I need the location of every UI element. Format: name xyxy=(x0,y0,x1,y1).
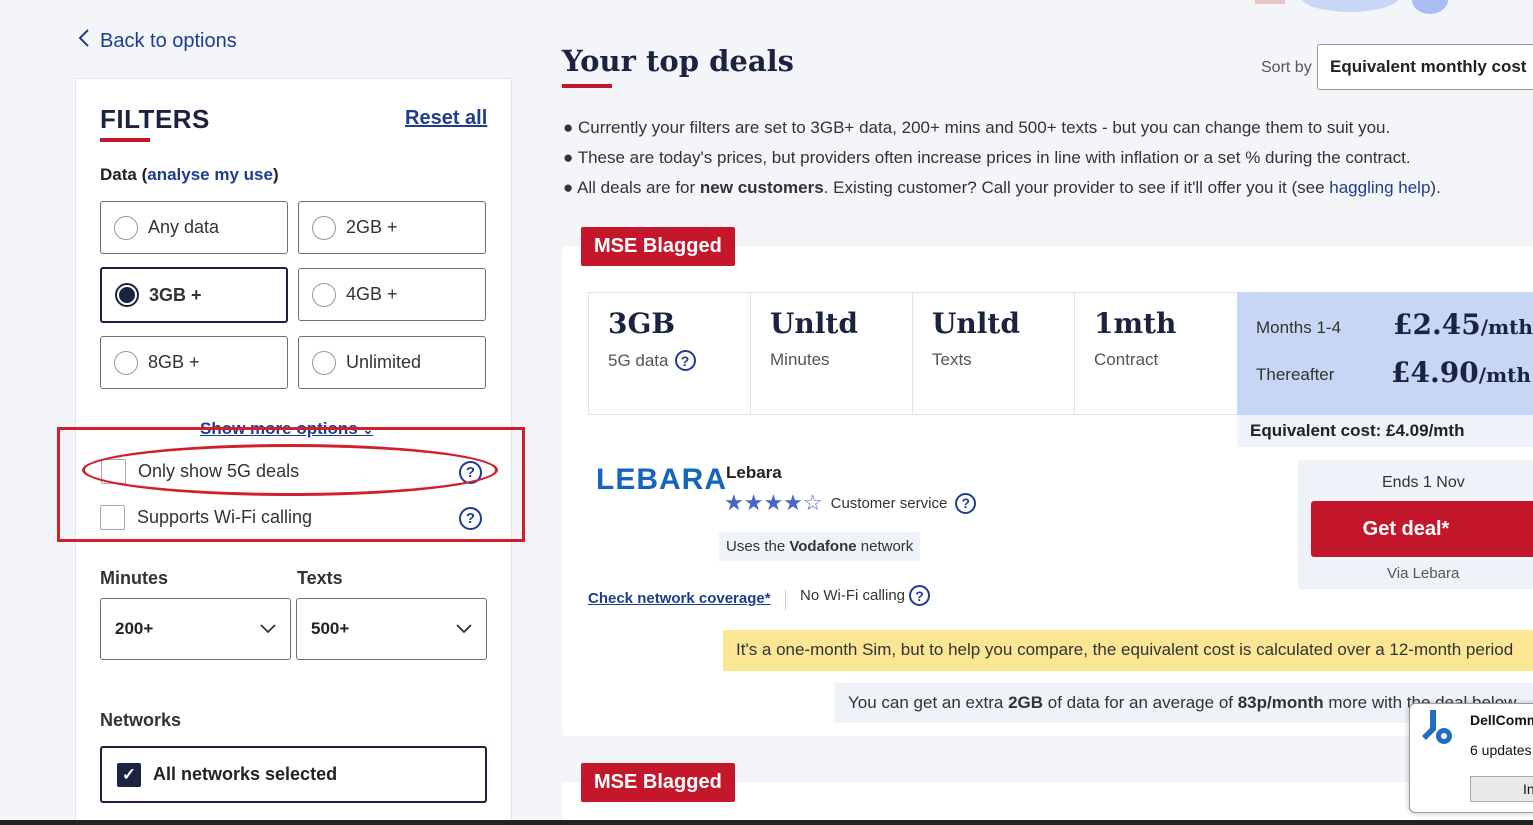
back-label: Back to options xyxy=(100,29,237,52)
chevron-left-icon xyxy=(78,28,90,54)
popup-button[interactable]: In xyxy=(1470,776,1533,802)
lebara-logo: LEBARA xyxy=(596,463,727,496)
info-bullet: ● These are today's prices, but provider… xyxy=(563,148,1411,167)
help-icon[interactable]: ? xyxy=(674,350,696,371)
radio-icon xyxy=(312,215,336,240)
popup-text: 6 updates xyxy=(1470,742,1532,758)
sort-select[interactable]: Equivalent monthly cost xyxy=(1317,44,1533,90)
one-month-notice: It's a one-month Sim, but to help you co… xyxy=(723,630,1533,671)
provider-name: Lebara xyxy=(726,463,782,482)
minutes-cell: Unltd Minutes xyxy=(750,292,913,415)
data-option-2gb[interactable]: 2GB + xyxy=(298,201,486,254)
back-to-options-link[interactable]: Back to options xyxy=(78,28,237,54)
haggling-help-link[interactable]: haggling help xyxy=(1329,178,1430,197)
page-title: Your top deals xyxy=(562,44,794,78)
data-option-unlimited[interactable]: Unlimited xyxy=(298,336,486,389)
price2-value: £4.90/mth xyxy=(1391,356,1531,389)
get-deal-button[interactable]: Get deal* xyxy=(1311,501,1533,557)
reset-all-link[interactable]: Reset all xyxy=(405,107,487,130)
mse-blagged-badge: MSE Blagged xyxy=(581,227,735,266)
data-option-4gb[interactable]: 4GB + xyxy=(298,268,486,321)
star-rating-icon: ★★★★☆ xyxy=(724,490,823,515)
texts-label: Texts xyxy=(297,568,343,588)
radio-icon xyxy=(312,282,336,307)
title-underline xyxy=(562,84,612,88)
filters-title: FILTERS xyxy=(100,104,210,134)
info-bullet: ● All deals are for new customers. Exist… xyxy=(563,178,1441,197)
minutes-label: Minutes xyxy=(100,568,169,588)
price2-label: Thereafter xyxy=(1256,365,1335,384)
via-provider: Via Lebara xyxy=(1387,565,1460,582)
check-coverage-link[interactable]: Check network coverage* xyxy=(588,590,771,607)
texts-cell: Unltd Texts xyxy=(912,292,1075,415)
update-icon xyxy=(1416,708,1456,753)
deal-ends: Ends 1 Nov xyxy=(1382,474,1465,491)
data-option-any[interactable]: Any data xyxy=(100,201,288,254)
price1-label: Months 1-4 xyxy=(1256,318,1342,337)
networks-select[interactable]: ✓ All networks selected xyxy=(100,746,487,803)
radio-icon xyxy=(114,215,138,240)
popup-title: DellComm xyxy=(1470,712,1533,728)
notification-popup[interactable]: DellComm 6 updates In xyxy=(1409,703,1533,813)
radio-selected-icon xyxy=(115,283,139,307)
equivalent-cost: Equivalent cost: £4.09/mth xyxy=(1237,415,1533,447)
data-option-8gb[interactable]: 8GB + xyxy=(100,336,288,389)
mse-blagged-badge: MSE Blagged xyxy=(581,763,735,802)
rating-row: ★★★★☆ Customer service ? xyxy=(724,490,977,516)
data-cell: 3GB 5G data? xyxy=(588,292,751,415)
analyse-my-use-link[interactable]: analyse my use xyxy=(147,165,273,184)
annotation-ellipse xyxy=(82,444,498,496)
help-icon[interactable]: ? xyxy=(955,492,977,514)
data-label: Data (analyse my use) xyxy=(100,165,279,184)
networks-label: Networks xyxy=(100,710,182,730)
title-underline xyxy=(100,138,150,142)
help-icon[interactable]: ? xyxy=(909,585,931,606)
network-pill: Uses the Vodafone network xyxy=(719,532,921,561)
header-illustration xyxy=(1250,0,1470,16)
checkmark-icon: ✓ xyxy=(117,762,141,787)
chevron-down-icon xyxy=(260,619,276,639)
minutes-select[interactable]: 200+ xyxy=(100,598,291,660)
radio-icon xyxy=(114,350,138,375)
data-option-3gb[interactable]: 3GB + xyxy=(100,267,288,323)
sort-label: Sort by xyxy=(1261,59,1312,76)
price1-value: £2.45/mth xyxy=(1393,308,1533,341)
wifi-calling-info: No Wi-Fi calling? xyxy=(800,585,931,606)
radio-icon xyxy=(312,350,336,375)
taskbar-edge xyxy=(0,820,1533,825)
texts-select[interactable]: 500+ xyxy=(296,598,487,660)
divider xyxy=(785,590,786,610)
chevron-down-icon xyxy=(456,619,472,639)
contract-cell: 1mth Contract xyxy=(1074,292,1238,415)
info-bullet: ● Currently your filters are set to 3GB+… xyxy=(563,118,1391,137)
